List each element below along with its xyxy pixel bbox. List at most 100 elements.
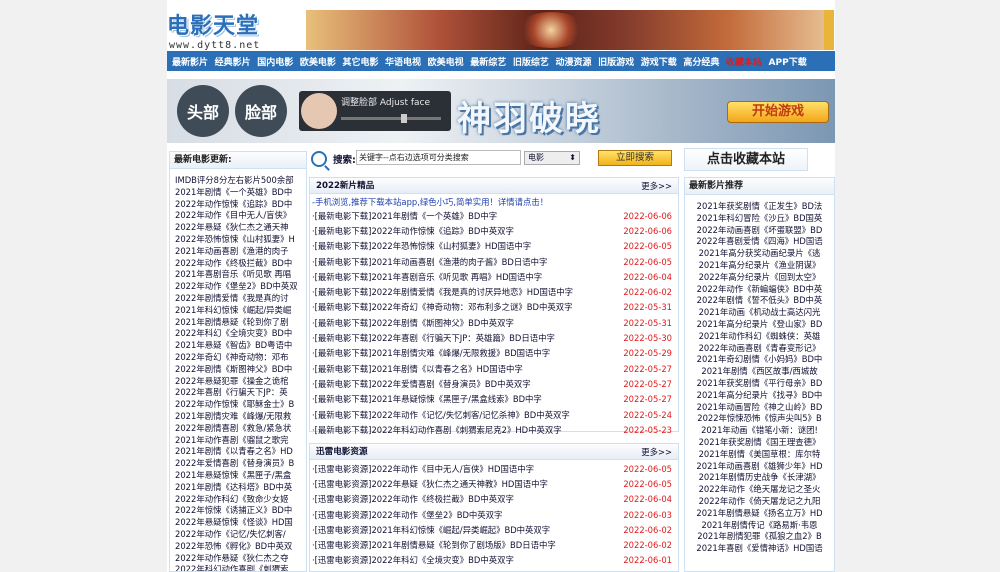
latest-update-link[interactable]: 2022年动作《终极拦截》BD中 [175, 258, 306, 270]
movie-title-link[interactable]: ·[最新电影下载]2022年爱情喜剧《替身演员》BD中英双字 [312, 378, 531, 390]
nav-item-high-score[interactable]: 高分经典 [683, 55, 719, 68]
nav-item-classic[interactable]: 经典影片 [215, 55, 251, 68]
latest-update-link[interactable]: 2022年科幻《全境灾变》BD中 [175, 328, 306, 340]
recommended-link[interactable]: 2022年动作《绝天屠龙记之圣火 [685, 484, 834, 496]
recommended-link[interactable]: 2021年剧情历史战争《长津湖》 [685, 472, 834, 484]
movie-title-link[interactable]: ·[最新电影下载]2021年剧情灾难《峰爆/无限救援》BD国语中字 [312, 347, 550, 359]
start-game-button[interactable]: 开始游戏 [727, 101, 829, 123]
latest-update-link[interactable]: 2022年动作惊悚《追踪》BD中 [175, 199, 306, 211]
latest-update-link[interactable]: 2022年动作《目中无人/盲侠》 [175, 210, 306, 222]
movie-title-link[interactable]: ·[迅雷电影资源]2022年动作《终极拦截》BD中英双字 [312, 493, 514, 505]
latest-update-link[interactable]: 2022年动作科幻《致命少女姬 [175, 494, 306, 506]
latest-update-link[interactable]: 2022年爱情喜剧《替身演员》B [175, 458, 306, 470]
game-ad-banner[interactable]: 头部 脸部 调整脸部 Adjust face 神羽破晓 开始游戏 [167, 79, 835, 143]
nav-item-western[interactable]: 欧美电影 [300, 55, 336, 68]
recommended-link[interactable]: 2021年动画《错笔小新：谜团! [685, 425, 834, 437]
nav-item-old-games[interactable]: 旧版游戏 [598, 55, 634, 68]
recommended-link[interactable]: 2021年喜剧《爱情神话》HD国语 [685, 543, 834, 555]
movie-title-link[interactable]: ·[迅雷电影资源]2021年科幻惊悚《崛起/异类崛起》BD中英双字 [312, 524, 550, 536]
nav-item-game-download[interactable]: 游戏下载 [641, 55, 677, 68]
latest-update-link[interactable]: 2022年动作《记忆/失忆刺客/ [175, 529, 306, 541]
banner-side-tab[interactable] [824, 10, 834, 50]
movie-title-link[interactable]: ·[最新电影下载]2021年动画喜剧《渔港的肉子酱》BD日语中字 [312, 256, 547, 268]
recommended-link[interactable]: 2022年动画喜剧《坏蛋联盟》BD [685, 225, 834, 237]
movie-title-link[interactable]: ·[最新电影下载]2022年动作《记忆/失忆刺客/记忆杀神》BD中英双字 [312, 409, 570, 421]
latest-update-link[interactable]: 2022年科幻动作喜剧《刺猬索 [175, 564, 306, 571]
latest-update-link[interactable]: 2021年动作喜剧《骝鼠之歌完 [175, 435, 306, 447]
recommended-link[interactable]: 2021年获奖剧情《平行母亲》BD [685, 378, 834, 390]
recommended-link[interactable]: 2021年剧情犯罪《孤狼之血2》B [685, 531, 834, 543]
movie-title-link[interactable]: ·[最新电影下载]2022年动作惊悚《追踪》BD中英双字 [312, 225, 514, 237]
latest-update-link[interactable]: 2022年动作悬疑《狄仁杰之夺 [175, 553, 306, 565]
movie-title-link[interactable]: ·[迅雷电影资源]2022年动作《目中无人/盲侠》HD国语中字 [312, 463, 534, 475]
recommended-link[interactable]: 2021年动作科幻《蜘蛛侠：英雄 [685, 331, 834, 343]
recommended-link[interactable]: 2022年动作《新蝙蝠侠》BD中英 [685, 284, 834, 296]
latest-update-link[interactable]: 2022年恐怖惊悚《山村狐妻》H [175, 234, 306, 246]
latest-update-link[interactable]: 2022年剧情喜剧《救急/紧急状 [175, 423, 306, 435]
nav-item-chinese-tv[interactable]: 华语电视 [385, 55, 421, 68]
movie-title-link[interactable]: ·[最新电影下载]2021年剧情《以青春之名》HD国语中字 [312, 363, 523, 375]
nav-item-anime[interactable]: 动漫资源 [555, 55, 591, 68]
latest-update-link[interactable]: 2021年悬疑《智齿》BD粤语中 [175, 340, 306, 352]
latest-update-link[interactable]: 2021年动画喜剧《渔港的肉子 [175, 246, 306, 258]
recommended-link[interactable]: 2021年剧情《美国草根：库尔特 [685, 449, 834, 461]
movie-title-link[interactable]: ·[最新电影下载]2021年喜剧音乐《听见歌 再唱》HD国语中字 [312, 271, 542, 283]
nav-item-app[interactable]: APP下载 [769, 55, 807, 68]
movie-title-link[interactable]: ·[最新电影下载]2022年喜剧《行骗天下JP：英雄篇》BD日语中字 [312, 332, 555, 344]
latest-update-link[interactable]: 2022年悬疑惊悚《怪谈》HD国 [175, 517, 306, 529]
app-notice-link[interactable]: -手机浏览,推荐下载本站app,绿色小巧,简单实用！详情请点击！ [310, 194, 678, 208]
latest-update-link[interactable]: 2022年悬疑犯罪《操金之诡棺 [175, 376, 306, 388]
recommended-link[interactable]: 2022年动画喜剧《青春变形记》 [685, 343, 834, 355]
recommended-link[interactable]: 2021年高分获奖动画纪录片《逃 [685, 248, 834, 260]
recommended-link[interactable]: 2021年剧情悬疑《扬名立万》HD [685, 508, 834, 520]
latest-update-link[interactable]: 2022年动作惊悚《耶稣金士》B [175, 399, 306, 411]
search-input[interactable]: 关键字--点右边选项可分类搜索 [356, 150, 521, 165]
movie-title-link[interactable]: ·[最新电影下载]2021年悬疑惊悚《黑匣子/黑盒线索》BD中字 [312, 393, 542, 405]
recommended-link[interactable]: 2021年奇幻剧情《小妈妈》BD中 [685, 354, 834, 366]
latest-update-link[interactable]: 2022年悬疑《狄仁杰之通天神 [175, 222, 306, 234]
latest-update-link[interactable]: 2021年科幻惊悚《崛起/异类崛 [175, 305, 306, 317]
search-button[interactable]: 立即搜索 [598, 150, 672, 166]
category-select[interactable]: 电影 [524, 151, 580, 165]
recommended-link[interactable]: 2022年喜剧爱情《四海》HD国语 [685, 236, 834, 248]
nav-item-old-variety[interactable]: 旧版综艺 [513, 55, 549, 68]
movie-title-link[interactable]: ·[最新电影下载]2022年恐怖惊悚《山村狐妻》HD国语中字 [312, 240, 531, 252]
recommended-link[interactable]: 2021年获奖剧情《国王理查德》 [685, 437, 834, 449]
latest-update-link[interactable]: 2021年剧情悬疑《轮到你了剧 [175, 317, 306, 329]
recommended-link[interactable]: 2022年动作《倚天屠龙记之九阳 [685, 496, 834, 508]
latest-update-link[interactable]: 2021年剧情《以青春之名》HD [175, 446, 306, 458]
latest-update-link[interactable]: IMDB评分8分左右影片500余部 [175, 175, 306, 187]
nav-item-other[interactable]: 其它电影 [342, 55, 378, 68]
site-logo[interactable]: 电影天堂 www.dytt8.net [167, 8, 297, 51]
recommended-link[interactable]: 2021年动画喜剧《雄狮少年》HD [685, 461, 834, 473]
movie-title-link[interactable]: ·[迅雷电影资源]2022年科幻《全境灾变》BD中英双字 [312, 554, 514, 566]
movie-title-link[interactable]: ·[迅雷电影资源]2022年悬疑《狄仁杰之通天神教》HD国语中字 [312, 478, 548, 490]
recommended-link[interactable]: 2021年科幻冒险《沙丘》BD国英 [685, 213, 834, 225]
recommended-link[interactable]: 2022年惊悚恐怖《惊声尖叫5》B [685, 413, 834, 425]
thunder-resources-more-link[interactable]: 更多>> [641, 444, 672, 460]
recommended-link[interactable]: 2021年剧情传记《路易斯·韦恩 [685, 520, 834, 532]
latest-update-link[interactable]: 2022年惊悚《诱捕正义》BD中 [175, 505, 306, 517]
top-ad-banner[interactable] [306, 10, 834, 50]
latest-update-link[interactable]: 2021年喜剧音乐《听见歌 再唱 [175, 269, 306, 281]
recommended-link[interactable]: 2021年获奖剧情《正发生》BD法 [685, 201, 834, 213]
nav-item-latest[interactable]: 最新影片 [172, 55, 208, 68]
movie-title-link[interactable]: ·[最新电影下载]2022年剧情《斯图神父》BD中英双字 [312, 317, 514, 329]
recommended-link[interactable]: 2021年动画冒险《神之山岭》BD [685, 402, 834, 414]
nav-item-bookmark[interactable]: 收藏本站 [726, 55, 762, 68]
latest-update-link[interactable]: 2021年剧情《达科塔》BD中英 [175, 482, 306, 494]
movie-title-link[interactable]: ·[最新电影下载]2022年科幻动作喜剧《刺猬索尼克2》HD中英双字 [312, 424, 562, 436]
movie-title-link[interactable]: ·[迅雷电影资源]2021年剧情悬疑《轮到你了剧场版》BD日语中字 [312, 539, 556, 551]
nav-item-variety[interactable]: 最新综艺 [470, 55, 506, 68]
latest-update-link[interactable]: 2021年剧情灾难《峰爆/无限救 [175, 411, 306, 423]
recommended-link[interactable]: 2021年高分纪录片《渔业阴谋》 [685, 260, 834, 272]
recommended-link[interactable]: 2022年高分纪录片《回到太空》 [685, 272, 834, 284]
nav-item-domestic[interactable]: 国内电影 [257, 55, 293, 68]
movie-title-link[interactable]: ·[最新电影下载]2021年剧情《一个英雄》BD中字 [312, 210, 497, 222]
latest-update-link[interactable]: 2022年动作《堡垒2》BD中英双 [175, 281, 306, 293]
latest-update-link[interactable]: 2021年剧情《一个英雄》BD中 [175, 187, 306, 199]
latest-update-link[interactable]: 2021年悬疑惊悚《黑匣子/黑盒 [175, 470, 306, 482]
latest-update-link[interactable]: 2022年剧情《斯图神父》BD中 [175, 364, 306, 376]
movie-title-link[interactable]: ·[迅雷电影资源]2022年动作《堡垒2》BD中英双字 [312, 509, 502, 521]
latest-update-link[interactable]: 2022年奇幻《神奇动物：邓布 [175, 352, 306, 364]
